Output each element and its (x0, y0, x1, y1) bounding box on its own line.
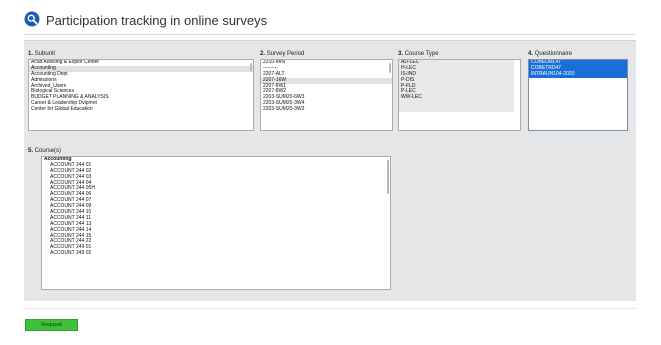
courses-label: 5. Course(s) (28, 148, 61, 154)
footer-divider (24, 308, 636, 309)
courses-listbox[interactable]: Accounting ACCOUNT 244 01 ACCOUNT 244 02 AC… (41, 156, 391, 290)
survey-period-scrollbar[interactable] (388, 61, 391, 129)
courses-scrollbar[interactable] (386, 158, 389, 288)
course-type-number: 3. (398, 51, 404, 57)
subunit-label: 1. Subunit (28, 51, 55, 57)
questionnaire-option[interactable]: INTRAUN104-2020 (529, 71, 627, 78)
page-title: Participation tracking in online surveys (46, 13, 268, 28)
course-type-label-text: Course Type (404, 51, 439, 57)
survey-period-label-text: Survey Period (266, 51, 305, 57)
survey-period-label: 2. Survey Period (260, 51, 304, 57)
subunit-option[interactable]: Center for Global Education (29, 106, 253, 113)
course-option[interactable]: ACCOUNT 249 02 (42, 250, 390, 257)
course-type-label: 3. Course Type (398, 51, 439, 57)
survey-period-scroll-thumb[interactable] (389, 63, 391, 73)
header-divider (24, 34, 636, 35)
subunit-number: 1. (28, 51, 34, 57)
course-type-listbox[interactable]: AD-LEC H-LEC IS-IND P-DIS P-FLD P-LEC WW-LEC (398, 59, 521, 131)
survey-period-option[interactable]: 2203-SUM20-3W3 (261, 106, 392, 113)
questionnaire-label-text: Questionnaire (534, 51, 573, 57)
request-button[interactable]: Request (25, 319, 78, 331)
questionnaire-label: 4. Questionnaire (528, 51, 572, 57)
subunit-label-text: Subunit (34, 51, 56, 57)
questionnaire-listbox[interactable]: COBEONL47 COBETRD47 INTRAUN104-2020 (528, 59, 628, 131)
subunit-scroll-thumb[interactable] (250, 63, 252, 71)
magnifier-logo-icon (24, 11, 40, 27)
courses-number: 5. (28, 148, 34, 154)
questionnaire-number: 4. (528, 51, 534, 57)
survey-period-number: 2. (260, 51, 266, 57)
subunit-listbox[interactable]: Acad Advising & Explor Center Accounting A… (28, 59, 254, 131)
survey-period-listbox[interactable]: 2210-MIN --------- 2207-ALT 2207-16W 2207-8W… (260, 59, 393, 131)
selection-panel: 1. Subunit Acad Advising & Explor Center… (24, 40, 636, 301)
courses-label-text: Course(s) (34, 148, 62, 154)
courses-scroll-thumb[interactable] (387, 160, 389, 194)
subunit-scrollbar[interactable] (249, 61, 252, 129)
course-type-option[interactable]: WW-LEC (399, 94, 520, 101)
page-header: Participation tracking in online surveys (0, 0, 661, 38)
